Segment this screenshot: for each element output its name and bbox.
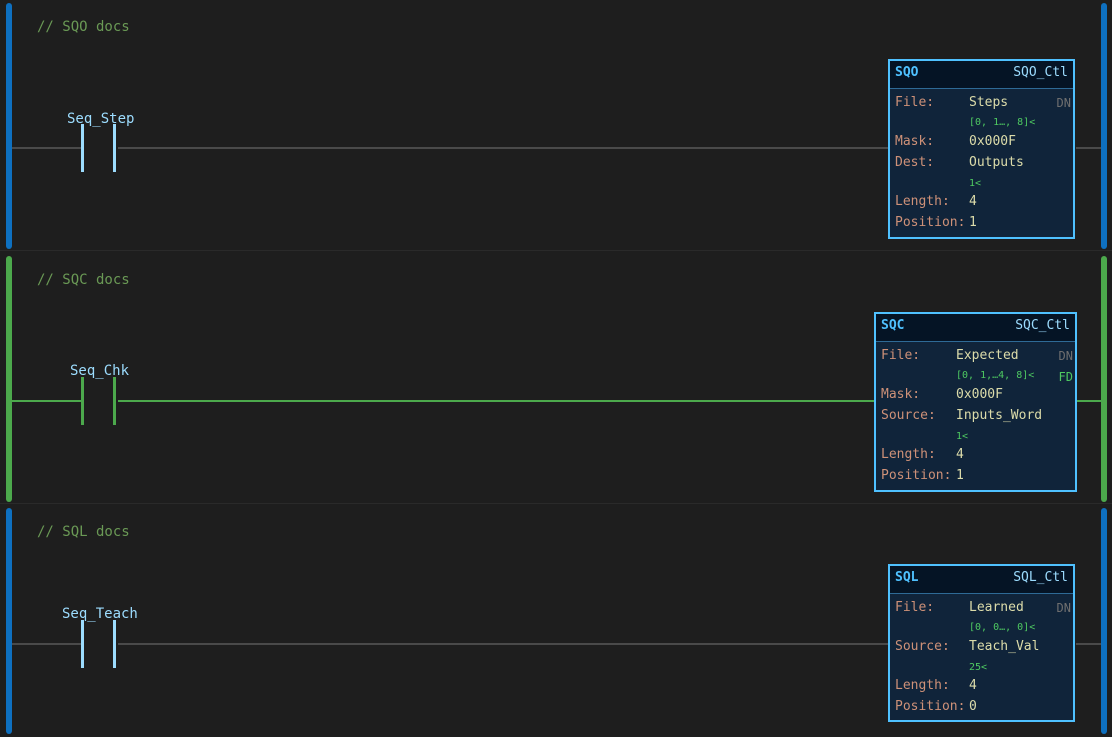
contact-xic-icon[interactable] (81, 124, 119, 172)
mask-value[interactable]: 0x000F (956, 387, 1003, 402)
right-power-rail (1101, 508, 1107, 734)
block-type-label: SQL (895, 570, 919, 585)
contact-left-bar (81, 620, 84, 668)
file-value[interactable]: Expected (956, 348, 1019, 363)
rung-wire-left (12, 400, 83, 402)
sql-function-block[interactable]: SQL SQL_Ctl File: Learned DN [0, 0…, 0]<… (888, 564, 1075, 722)
control-tag[interactable]: SQO_Ctl (1013, 65, 1068, 80)
rung-wire-middle (118, 147, 889, 149)
length-value[interactable]: 4 (969, 194, 977, 209)
length-label: Length: (881, 447, 936, 462)
position-value[interactable]: 1 (956, 468, 964, 483)
right-power-rail (1101, 256, 1107, 502)
dest-value-preview: 1< (969, 178, 982, 189)
file-array-preview: [0, 1,…4, 8]< (956, 370, 1035, 381)
file-label: File: (895, 600, 935, 615)
file-array-preview: [0, 0…, 0]< (969, 622, 1036, 633)
left-power-rail (6, 256, 12, 502)
block-type-label: SQC (881, 318, 905, 333)
rung-comment[interactable]: // SQC docs (37, 272, 130, 288)
contact-right-bar (113, 377, 116, 425)
length-value[interactable]: 4 (969, 678, 977, 693)
position-value[interactable]: 1 (969, 215, 977, 230)
rung-wire-right (1076, 147, 1101, 149)
dest-label: Dest: (895, 155, 935, 170)
sqc-function-block[interactable]: SQC SQC_Ctl File: Expected DN [0, 1,…4, … (874, 312, 1077, 492)
rung-wire-left (12, 147, 83, 149)
position-label: Position: (895, 699, 966, 714)
file-array-preview: [0, 1…, 8]< (969, 117, 1036, 128)
dn-status-flag: DN (1056, 96, 1071, 110)
dest-value[interactable]: Outputs (969, 155, 1024, 170)
rung-sqo[interactable]: // SQO docs Seq_Step SQO SQO_Ctl File: S… (0, 3, 1112, 249)
block-header: SQC SQC_Ctl (876, 314, 1075, 342)
source-value[interactable]: Teach_Val (969, 639, 1039, 654)
contact-right-bar (113, 124, 116, 172)
length-value[interactable]: 4 (956, 447, 964, 462)
length-label: Length: (895, 678, 950, 693)
contact-left-bar (81, 124, 84, 172)
rung-sql[interactable]: // SQL docs Seq_Teach SQL SQL_Ctl File: … (0, 508, 1112, 737)
left-power-rail (6, 508, 12, 734)
rung-wire-right (1076, 643, 1101, 645)
fd-status-flag: FD (1058, 370, 1073, 384)
dn-status-flag: DN (1058, 349, 1073, 363)
dn-status-flag: DN (1056, 601, 1071, 615)
block-header: SQL SQL_Ctl (890, 566, 1073, 594)
source-value-preview: 25< (969, 662, 988, 673)
source-value[interactable]: Inputs_Word (956, 408, 1042, 423)
rung-wire-left (12, 643, 83, 645)
file-value[interactable]: Steps (969, 95, 1008, 110)
rung-wire-middle (118, 400, 875, 402)
rung-comment[interactable]: // SQL docs (37, 524, 130, 540)
contact-right-bar (113, 620, 116, 668)
mask-label: Mask: (881, 387, 921, 402)
position-label: Position: (895, 215, 966, 230)
position-value[interactable]: 0 (969, 699, 977, 714)
right-power-rail (1101, 3, 1107, 249)
block-type-label: SQO (895, 65, 919, 80)
position-label: Position: (881, 468, 952, 483)
control-tag[interactable]: SQL_Ctl (1013, 570, 1068, 585)
rung-sqc[interactable]: // SQC docs Seq_Chk SQC SQC_Ctl File: Ex… (0, 256, 1112, 502)
mask-label: Mask: (895, 134, 935, 149)
sqo-function-block[interactable]: SQO SQO_Ctl File: Steps DN [0, 1…, 8]< M… (888, 59, 1075, 239)
rung-wire-right (1076, 400, 1101, 402)
left-power-rail (6, 3, 12, 249)
source-value-preview: 1< (956, 431, 969, 442)
source-label: Source: (881, 408, 936, 423)
block-header: SQO SQO_Ctl (890, 61, 1073, 89)
file-value[interactable]: Learned (969, 600, 1024, 615)
length-label: Length: (895, 194, 950, 209)
mask-value[interactable]: 0x000F (969, 134, 1016, 149)
contact-xic-icon[interactable] (81, 620, 119, 668)
contact-xic-icon[interactable] (81, 377, 119, 425)
rung-separator (0, 503, 1112, 504)
rung-separator (0, 250, 1112, 251)
file-label: File: (895, 95, 935, 110)
rung-comment[interactable]: // SQO docs (37, 19, 130, 35)
control-tag[interactable]: SQC_Ctl (1015, 318, 1070, 333)
rung-wire-middle (118, 643, 889, 645)
file-label: File: (881, 348, 921, 363)
source-label: Source: (895, 639, 950, 654)
contact-left-bar (81, 377, 84, 425)
